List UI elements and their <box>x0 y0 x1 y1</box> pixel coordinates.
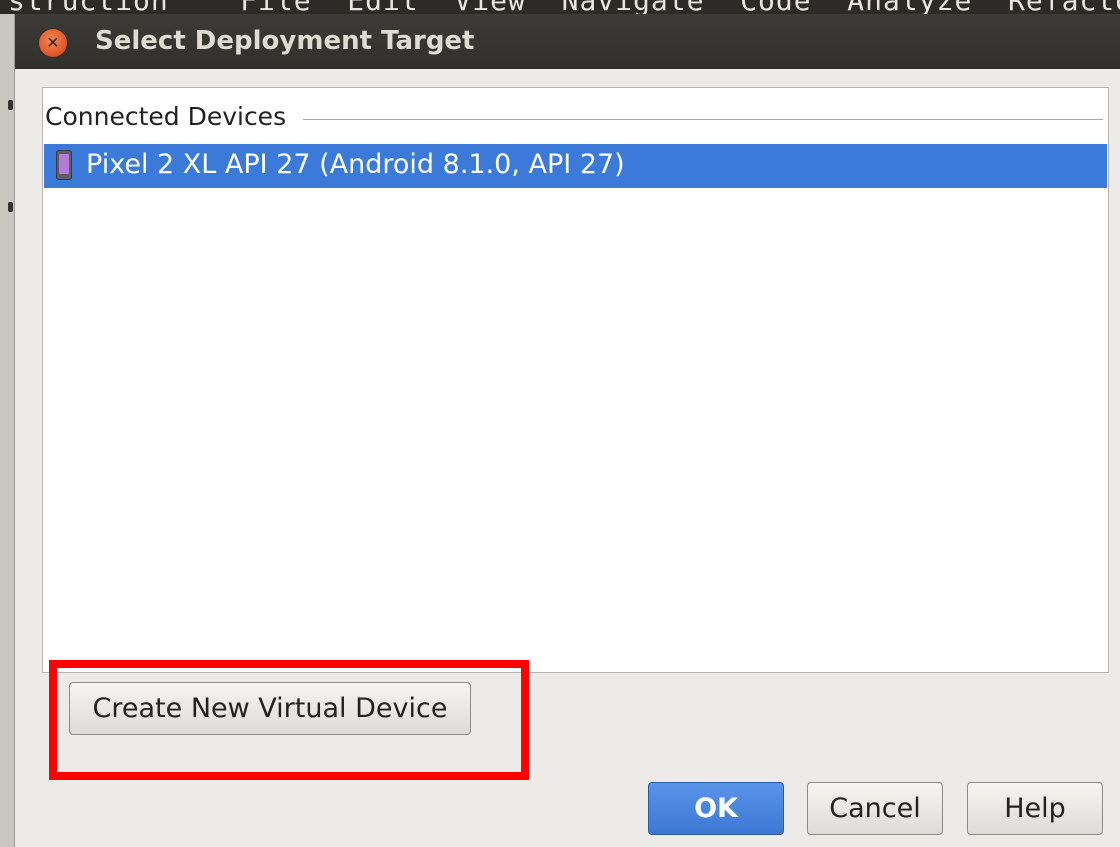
create-new-virtual-device-button[interactable]: Create New Virtual Device <box>69 682 471 735</box>
dialog-titlebar: ✕ Select Deployment Target <box>15 14 1120 69</box>
close-button[interactable]: ✕ <box>39 29 67 57</box>
group-label: Connected Devices <box>45 102 287 131</box>
background-menu-text: struction File Edit View Navigate Code A… <box>8 0 1120 14</box>
close-icon: ✕ <box>46 33 60 52</box>
background-marker <box>8 202 13 212</box>
device-row-pixel-2-xl[interactable]: Pixel 2 XL API 27 (Android 8.1.0, API 27… <box>44 144 1107 188</box>
background-ide-menubar: struction File Edit View Navigate Code A… <box>0 0 1120 14</box>
dialog-title: Select Deployment Target <box>95 26 475 56</box>
cancel-button[interactable]: Cancel <box>807 782 943 835</box>
ok-button[interactable]: OK <box>648 782 784 835</box>
group-divider <box>303 119 1103 120</box>
device-list[interactable]: Connected Devices Pixel 2 XL API 27 (And… <box>42 87 1109 673</box>
connected-devices-group-header: Connected Devices <box>45 102 1103 136</box>
background-ide-edge <box>0 14 14 847</box>
screen: struction File Edit View Navigate Code A… <box>0 0 1120 847</box>
select-deployment-target-dialog: ✕ Select Deployment Target Connected Dev… <box>14 14 1120 847</box>
phone-icon <box>56 150 72 180</box>
background-marker <box>8 100 13 110</box>
device-label: Pixel 2 XL API 27 (Android 8.1.0, API 27… <box>86 149 625 180</box>
help-button[interactable]: Help <box>967 782 1103 835</box>
